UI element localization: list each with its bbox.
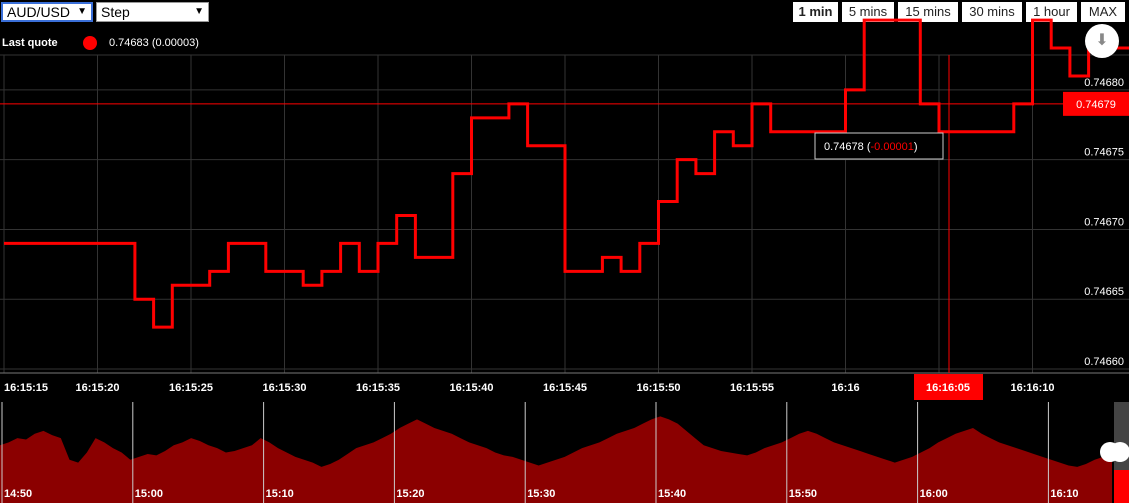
- crosshair-time-label: 16:16:05: [926, 382, 970, 394]
- y-tick-label: 0.74670: [1084, 216, 1124, 228]
- y-tick-label: 0.74665: [1084, 286, 1124, 298]
- y-tick-label: 0.74680: [1084, 77, 1124, 89]
- navigator-tick-label: 16:10: [1050, 488, 1078, 500]
- navigator-tick-label: 15:50: [789, 488, 817, 500]
- navigator-tick-label: 15:40: [658, 488, 686, 500]
- navigator-tick-label: 15:00: [135, 488, 163, 500]
- x-tick-label: 16:15:45: [543, 382, 587, 394]
- x-tick-label: 16:16: [831, 382, 859, 394]
- x-tick-label: 16:15:55: [730, 382, 774, 394]
- x-tick-label: 16:15:40: [449, 382, 493, 394]
- navigator-tick-label: 15:30: [527, 488, 555, 500]
- price-chart[interactable]: 0.74660 0.74665 0.74670 0.74675 0.74680 16:15…: [0, 0, 1129, 503]
- y-tick-label: 0.74660: [1084, 356, 1124, 368]
- navigator-tick-label: 16:00: [920, 488, 948, 500]
- x-tick-label: 16:15:30: [262, 382, 306, 394]
- crosshair-tooltip-text: 0.74678 (-0.00001): [824, 141, 918, 153]
- navigator-tick-label: 15:10: [266, 488, 294, 500]
- x-tick-label: 16:15:50: [636, 382, 680, 394]
- navigator-tick-label: 14:50: [4, 488, 32, 500]
- x-tick-label: 16:15:20: [75, 382, 119, 394]
- x-tick-label: 16:15:15: [4, 382, 48, 394]
- x-tick-label: 16:16:10: [1010, 382, 1054, 394]
- navigator-selection-fill: [1114, 470, 1129, 503]
- price-step-line: [4, 18, 1129, 329]
- navigator-tick-label: 15:20: [396, 488, 424, 500]
- download-icon[interactable]: ⬇: [1085, 24, 1119, 58]
- current-price-label: 0.74679: [1076, 99, 1116, 111]
- x-tick-label: 16:15:25: [169, 382, 213, 394]
- y-tick-label: 0.74675: [1084, 147, 1124, 159]
- x-tick-label: 16:15:35: [356, 382, 400, 394]
